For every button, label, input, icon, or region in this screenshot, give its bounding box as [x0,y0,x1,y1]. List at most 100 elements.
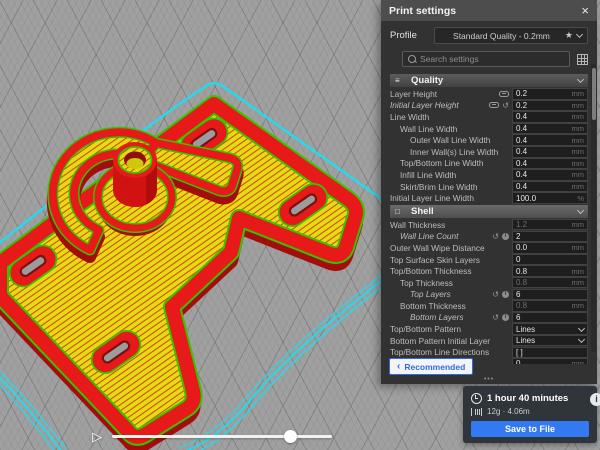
setting-value-field[interactable]: 0.4mm [512,169,588,181]
panel-resize-handle[interactable]: ••• [381,376,597,383]
revert-icon[interactable]: ↺ [492,232,499,241]
setting-value-field[interactable]: 0.4mm [512,111,588,123]
setting-label: Top Surface Skin Layers [390,255,509,265]
setting-unit: mm [572,359,585,364]
setting-value-field[interactable]: 0.2mm [512,100,588,112]
material-row: 12g · 4.06m [471,407,589,416]
profile-label: Profile [390,30,434,41]
layer-slider-handle[interactable] [284,430,297,443]
setting-list: ≡QualityLayer Height0.2mmInitial Layer H… [390,73,588,364]
setting-unit: mm [572,170,585,179]
setting-label: Top Layers [390,289,489,299]
setting-value: 0.8 [516,301,572,310]
row-icons: ↺i [489,290,509,299]
spool-icon [471,408,482,416]
chevron-down-icon [578,336,585,343]
row-icons: ↺i [489,232,509,241]
revert-icon[interactable]: ↺ [492,290,499,299]
search-row: Search settings [381,47,597,71]
chevron-left-icon: ‹ [397,361,400,372]
setting-value-field[interactable]: 6 [512,289,588,301]
panel-title: Print settings [389,5,456,17]
setting-label: Inner Wall(s) Line Width [390,147,509,157]
setting-value-field[interactable]: 1.2mm [512,219,588,231]
revert-icon[interactable]: ↺ [492,313,499,322]
setting-value: 0.4 [516,124,572,133]
search-input[interactable]: Search settings [402,51,570,67]
setting-select[interactable]: Lines [512,335,588,347]
setting-label: Top/Bottom Line Directions [390,347,509,357]
setting-value: [ ] [516,348,584,357]
setting-value-field[interactable]: 0.0mm [512,242,588,254]
setting-value-field[interactable]: 0.4mm [512,158,588,170]
save-to-file-button[interactable]: Save to File [471,421,589,437]
info-icon[interactable]: i [502,233,509,240]
close-icon[interactable]: × [581,4,589,17]
panel-header[interactable]: Print settings × [381,0,597,21]
setting-row: Wall Line Count↺i2 [390,231,588,243]
print-time-row: 1 hour 40 minutes [471,393,589,404]
print-time-estimate: 1 hour 40 minutes [487,393,568,404]
scrollbar[interactable] [591,64,596,352]
setting-label: Wall Line Width [390,124,509,134]
setting-value-field[interactable]: [ ] [512,347,588,359]
info-icon[interactable]: i [502,314,509,321]
recommended-label: Recommended [404,362,465,372]
setting-unit: % [577,194,584,203]
setting-unit: mm [572,182,585,191]
category-label: Quality [407,75,578,86]
info-icon[interactable]: i [502,291,509,298]
setting-value-field[interactable]: 6 [512,312,588,324]
setting-label: Bottom Thickness [390,301,509,311]
profile-dropdown[interactable]: Standard Quality - 0.2mm ★ [434,27,588,44]
setting-row: Top Thickness0.8mm [390,277,588,289]
star-icon[interactable]: ★ [565,30,573,41]
setting-label: Wall Thickness [390,220,509,230]
job-summary-box: 1 hour 40 minutes i 12g · 4.06m Save to … [463,386,597,443]
setting-value-field[interactable]: 0.4mm [512,134,588,146]
setting-label: Infill Line Width [390,170,509,180]
category-header-shell[interactable]: □Shell [390,205,588,218]
setting-row: Top Surface Skin Layers0 [390,254,588,266]
setting-value-field[interactable]: 0.8mm [512,277,588,289]
setting-value-field[interactable]: 0mm [512,358,588,364]
link-icon[interactable] [499,91,509,97]
setting-value-field[interactable]: 0.4mm [512,146,588,158]
setting-row: Outer Wall Line Width0.4mm [390,134,588,146]
setting-row: Line Width0.4mm [390,111,588,123]
category-header-quality[interactable]: ≡Quality [390,74,588,87]
setting-value-field[interactable]: 0.8mm [512,300,588,312]
layer-playback-slider: ▷ [92,424,352,448]
setting-value-field[interactable]: 100.0% [512,192,588,204]
setting-unit: mm [572,101,585,110]
setting-label: Initial Layer Line Width [390,193,509,203]
setting-value-field[interactable]: 0.4mm [512,181,588,193]
link-icon[interactable] [489,102,499,108]
setting-value: 6 [516,290,584,299]
chevron-down-icon [577,76,584,83]
setting-value: Lines [516,325,579,334]
setting-label: Outer Wall Line Width [390,135,509,145]
setting-label: Top/Bottom Pattern [390,324,509,334]
recommended-button[interactable]: ‹ Recommended [389,358,473,375]
setting-select[interactable]: Lines [512,323,588,335]
category-label: Shell [407,206,578,217]
setting-value: 0 [516,359,572,364]
layer-slider-track[interactable] [112,435,332,438]
setting-unit: mm [572,243,585,252]
setting-row: Infill Line Width0.4mm [390,169,588,181]
setting-value-field[interactable]: 2 [512,231,588,243]
setting-unit: mm [572,89,585,98]
setting-value-field[interactable]: 0.8mm [512,265,588,277]
revert-icon[interactable]: ↺ [502,101,509,110]
setting-value-field[interactable]: 0.4mm [512,123,588,135]
info-icon[interactable]: i [590,393,600,406]
filter-icon[interactable] [577,54,588,65]
setting-value: 0.0 [516,243,572,252]
play-button[interactable]: ▷ [92,430,102,443]
setting-value: 0.4 [516,182,572,191]
search-icon [408,55,416,63]
setting-value-field[interactable]: 0.2mm [512,88,588,100]
scrollbar-thumb[interactable] [592,68,596,120]
setting-value-field[interactable]: 0 [512,254,588,266]
